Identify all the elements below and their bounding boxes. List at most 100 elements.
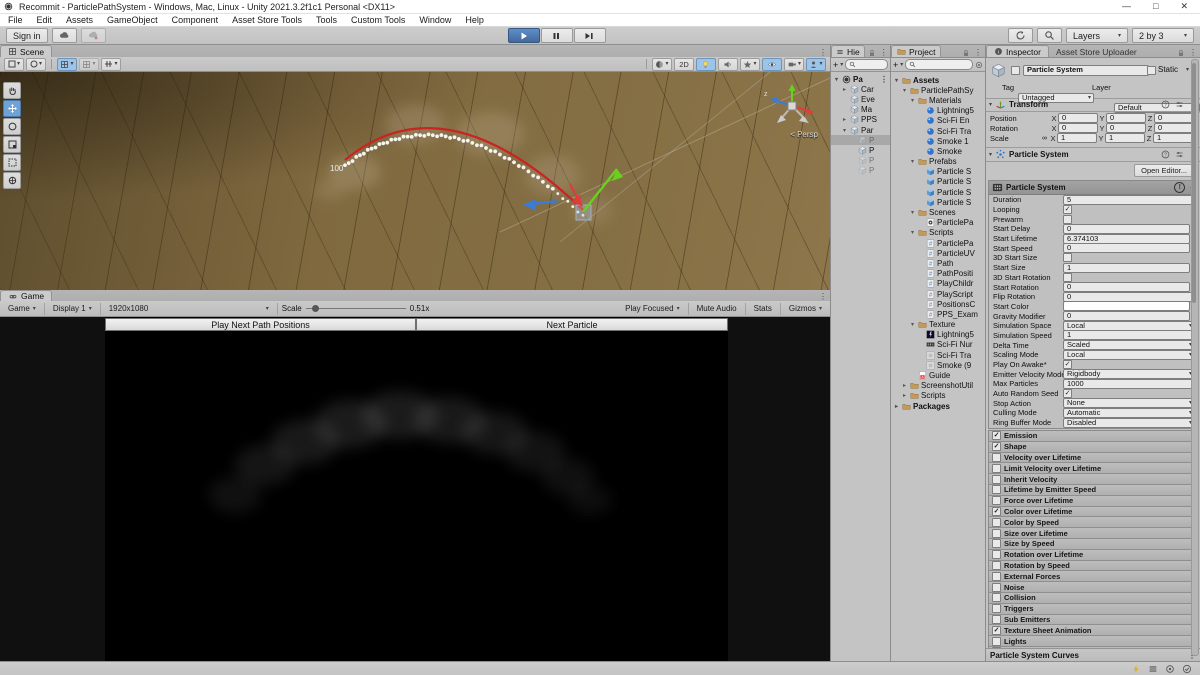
module-checkbox[interactable] [992, 637, 1001, 646]
menu-window[interactable]: Window [419, 15, 451, 25]
axis-x-field[interactable]: 0 [1058, 113, 1098, 123]
axis-y-field[interactable]: 1 [1105, 133, 1145, 143]
project-item[interactable]: ▾Assets [891, 75, 985, 85]
module-checkbox[interactable]: ✓ [992, 626, 1001, 635]
menu-custom-tools[interactable]: Custom Tools [351, 15, 405, 25]
maximize-button[interactable]: □ [1153, 1, 1158, 12]
module-row[interactable]: Lights [989, 636, 1198, 647]
project-item[interactable]: ▾Scenes [891, 207, 985, 217]
tab-inspector[interactable]: Inspector [986, 45, 1049, 57]
project-item[interactable]: Particle S [891, 197, 985, 207]
project-item[interactable]: ▸ScreenshotUtil [891, 381, 985, 391]
foldout-icon[interactable]: ▾ [909, 209, 916, 216]
stats-button[interactable]: Stats [750, 303, 776, 315]
help-icon[interactable] [1161, 150, 1170, 159]
module-checkbox[interactable] [992, 615, 1001, 624]
hand-tool-button[interactable] [3, 82, 21, 99]
module-checkbox[interactable]: ✓ [992, 431, 1001, 440]
module-row[interactable]: Limit Velocity over Lifetime [989, 463, 1198, 474]
lock-icon[interactable] [1177, 49, 1185, 57]
module-row[interactable]: Triggers [989, 604, 1198, 615]
link-icon[interactable]: ∞ [1042, 135, 1047, 142]
game-mode-dropdown[interactable]: Game▾ [4, 303, 40, 315]
property-field[interactable]: 1 [1063, 330, 1195, 340]
project-item[interactable]: PositionsC [891, 299, 985, 309]
foldout-icon[interactable]: ▾ [989, 151, 992, 158]
tab-hierarchy[interactable]: Hie [831, 45, 865, 57]
module-row[interactable]: ✓Color over Lifetime [989, 507, 1198, 518]
property-checkbox[interactable]: ✓ [1063, 360, 1072, 369]
module-checkbox[interactable] [992, 583, 1001, 592]
play-focused-dropdown[interactable]: Play Focused▾ [621, 303, 683, 315]
module-row[interactable]: Sub Emitters [989, 615, 1198, 626]
axis-x-field[interactable]: 0 [1058, 123, 1098, 133]
hierarchy-item[interactable]: P [831, 166, 890, 176]
kebab-menu-icon[interactable]: ⋮ [880, 48, 888, 57]
progress-flash-icon[interactable] [1131, 664, 1141, 674]
minimize-button[interactable]: — [1122, 1, 1131, 12]
project-item[interactable]: ▾Materials [891, 95, 985, 105]
resolution-dropdown[interactable]: 1920x1080▾ [105, 303, 273, 315]
foldout-icon[interactable]: ▸ [893, 403, 900, 410]
foldout-icon[interactable]: ▾ [989, 101, 992, 108]
project-item[interactable]: Path [891, 258, 985, 268]
module-row[interactable]: Lifetime by Emitter Speed [989, 485, 1198, 496]
foldout-icon[interactable]: ▸ [901, 392, 908, 399]
lock-icon[interactable] [868, 49, 876, 57]
module-checkbox[interactable] [992, 550, 1001, 559]
menu-asset-store-tools[interactable]: Asset Store Tools [232, 15, 302, 25]
property-field[interactable]: 0 [1063, 243, 1190, 253]
project-item[interactable]: PPS_Exam [891, 309, 985, 319]
module-row[interactable]: Size by Speed [989, 539, 1198, 550]
foldout-icon[interactable]: ▾ [909, 158, 916, 165]
project-item[interactable]: Smoke (9 [891, 360, 985, 370]
menu-file[interactable]: File [8, 15, 23, 25]
hierarchy-search-input[interactable] [845, 59, 888, 70]
module-row[interactable]: ✓Texture Sheet Animation [989, 625, 1198, 636]
kebab-menu-icon[interactable]: ⋮ [880, 75, 890, 84]
property-field[interactable]: 6.374103 [1063, 234, 1190, 244]
hierarchy-item[interactable]: ▸PPS [831, 115, 890, 125]
project-item[interactable]: Guide [891, 370, 985, 380]
tab-project[interactable]: Project [891, 45, 941, 57]
scene-visibility-button[interactable] [762, 58, 782, 71]
property-select[interactable]: None▾ [1063, 398, 1195, 408]
module-checkbox[interactable] [992, 593, 1001, 602]
draw-mode-button[interactable]: ▾ [652, 58, 672, 71]
main-module-header[interactable]: Particle System ! + [989, 181, 1198, 195]
project-item[interactable]: Lightning5 [891, 106, 985, 116]
module-row[interactable]: Noise [989, 582, 1198, 593]
project-item[interactable]: ▾Texture [891, 320, 985, 330]
gizmos-toggle-button[interactable]: ▾ [806, 58, 826, 71]
project-item[interactable]: ▸Scripts [891, 391, 985, 401]
chevron-down-icon[interactable]: ▾ [1186, 67, 1189, 73]
foldout-icon[interactable]: ▾ [909, 229, 916, 236]
project-item[interactable]: ▾Prefabs [891, 157, 985, 167]
hierarchy-item[interactable]: ▾Par [831, 125, 890, 135]
project-item[interactable]: Sci-Fi Tra [891, 350, 985, 360]
move-tool-button[interactable] [3, 100, 21, 117]
scrollbar-thumb[interactable] [1192, 63, 1196, 303]
kebab-menu-icon[interactable]: ⋮ [819, 292, 827, 301]
close-button[interactable]: ✕ [1180, 1, 1188, 12]
search-by-type-icon[interactable] [975, 61, 983, 69]
property-checkbox[interactable] [1063, 215, 1072, 224]
module-checkbox[interactable] [992, 485, 1001, 494]
check-circle-icon[interactable] [1182, 664, 1192, 674]
project-item[interactable]: PathPositi [891, 269, 985, 279]
project-item[interactable]: Sci-Fi Nur [891, 340, 985, 350]
inspector-scrollbar[interactable] [1191, 59, 1199, 656]
pause-button[interactable] [541, 28, 573, 43]
lock-icon[interactable] [962, 49, 970, 57]
property-field[interactable]: 5 [1063, 195, 1195, 205]
undo-history-button[interactable] [1008, 28, 1033, 43]
menu-component[interactable]: Component [172, 15, 219, 25]
axis-y-field[interactable]: 0 [1106, 113, 1146, 123]
play-next-path-positions-button[interactable]: Play Next Path Positions [105, 318, 416, 331]
grid-visibility-button[interactable]: ▾ [57, 58, 77, 71]
emitter-cube-gizmo[interactable] [576, 205, 591, 220]
property-checkbox[interactable]: ✓ [1063, 205, 1072, 214]
module-checkbox[interactable] [992, 518, 1001, 527]
module-checkbox[interactable] [992, 475, 1001, 484]
help-icon[interactable] [1161, 100, 1170, 109]
